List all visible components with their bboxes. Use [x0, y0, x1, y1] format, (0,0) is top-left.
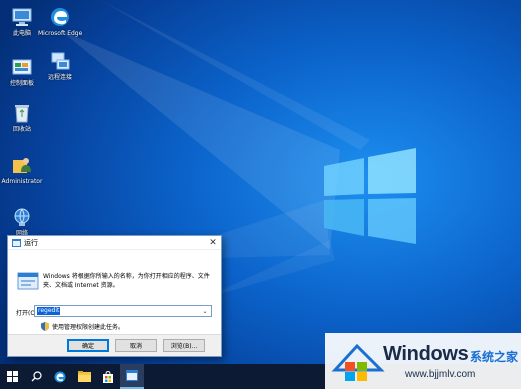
- run-app-icon: [17, 272, 39, 290]
- run-dialog-titlebar[interactable]: 运行 ✕: [8, 236, 221, 250]
- shield-icon: [41, 322, 49, 331]
- wallpaper-windows-logo: [324, 148, 416, 244]
- run-dialog-description: Windows 将根据你所输入的名称，为你打开相应的程序、文件夹、文档或 Int…: [43, 273, 210, 289]
- run-dialog-footer: 确定 取消 浏览(B)...: [8, 334, 221, 356]
- start-icon: [6, 371, 18, 382]
- admin-note-row: 使用管理权限创建此任务。: [41, 322, 124, 331]
- close-button[interactable]: ✕: [205, 236, 221, 249]
- desktop-icon-label: 回收站: [12, 126, 31, 133]
- start-button[interactable]: [0, 364, 24, 389]
- open-combobox[interactable]: regedit ⌄: [34, 305, 212, 317]
- control-panel-icon: [12, 59, 32, 75]
- run-dialog-title: 运行: [24, 238, 38, 247]
- desktop-icon-label: Administrator: [1, 178, 43, 185]
- edge-icon: [54, 371, 66, 382]
- computer-icon: [12, 8, 32, 26]
- desktop-icon-label: Microsoft Edge: [38, 30, 83, 37]
- desktop-icon-recycle-bin[interactable]: 回收站: [0, 102, 44, 133]
- browse-button[interactable]: 浏览(B)...: [163, 339, 205, 352]
- desktop-icon-edge[interactable]: Microsoft Edge: [38, 6, 82, 37]
- taskbar-search[interactable]: [24, 364, 48, 389]
- chevron-down-icon[interactable]: ⌄: [200, 306, 210, 316]
- taskbar-run[interactable]: [120, 364, 144, 389]
- desktop-icon-administrator[interactable]: Administrator: [0, 154, 44, 185]
- store-icon: [103, 370, 113, 383]
- desktop-icon-label: 控制面板: [9, 80, 34, 87]
- taskbar-edge[interactable]: [48, 364, 72, 389]
- network-globe-icon: [14, 208, 30, 226]
- watermark-windows-logo: [331, 343, 385, 381]
- recycle-bin-icon: [15, 105, 29, 123]
- desktop-icon-network[interactable]: 网络: [0, 206, 44, 237]
- user-folder-icon: [13, 158, 31, 173]
- run-icon: [126, 370, 138, 381]
- desktop-icon-label: 远程连接: [47, 74, 72, 81]
- admin-note-text: 使用管理权限创建此任务。: [52, 324, 125, 331]
- watermark-cn: 系统之家: [470, 350, 519, 364]
- run-dialog: 运行 ✕ Windows 将根据你所输入的名称，为你打开相应的程序、文件夹、文档…: [7, 235, 222, 357]
- watermark: Windows 系统之家 www.bjjmlv.com: [325, 333, 521, 389]
- open-input-value[interactable]: regedit: [37, 307, 61, 315]
- cancel-button[interactable]: 取消: [115, 339, 157, 352]
- network-icon: [51, 52, 70, 70]
- watermark-url: www.bjjmlv.com: [405, 369, 476, 380]
- run-dialog-body: Windows 将根据你所输入的名称，为你打开相应的程序、文件夹、文档或 Int…: [8, 250, 221, 334]
- watermark-brand: Windows: [383, 343, 469, 365]
- close-icon: ✕: [209, 237, 217, 248]
- taskbar-file-explorer[interactable]: [72, 364, 96, 389]
- desktop-icon-remote[interactable]: 远程连接: [38, 50, 82, 81]
- taskbar-store[interactable]: [96, 364, 120, 389]
- search-icon: [31, 371, 42, 382]
- file-explorer-icon: [77, 371, 91, 382]
- edge-icon: [51, 8, 69, 26]
- run-icon: [12, 238, 21, 247]
- ok-button[interactable]: 确定: [67, 339, 109, 352]
